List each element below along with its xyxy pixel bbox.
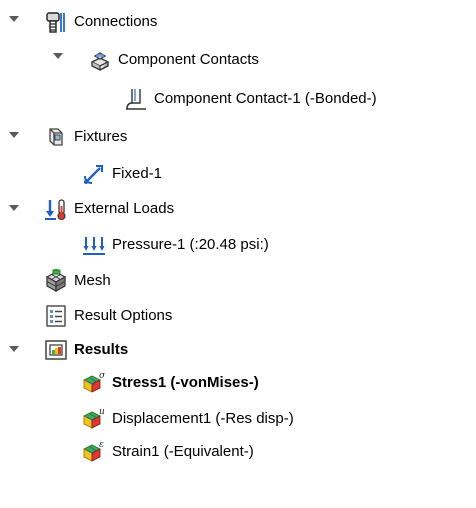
tree-item-pressure-1[interactable]: Pressure-1 (:20.48 psi:) (82, 232, 269, 258)
tree-item-component-contact-1[interactable]: Component Contact-1 (-Bonded-) (124, 86, 377, 112)
tree-item-label: Connections (74, 13, 158, 30)
tree-item-result-options[interactable]: Result Options (44, 303, 172, 329)
tree-item-connections[interactable]: Connections (44, 9, 157, 35)
expand-component-contacts-toggle[interactable] (52, 50, 64, 62)
tree-item-label: Mesh (74, 272, 111, 289)
tree-item-displacement1[interactable]: u Displacement1 (-Res disp-) (82, 406, 294, 432)
tree-item-strain1[interactable]: ε Strain1 (-Equivalent-) (82, 439, 254, 465)
stress-plot-icon: σ (82, 371, 106, 395)
fixed-geometry-icon (82, 162, 106, 186)
svg-text:σ: σ (99, 371, 106, 381)
tree-item-label: Strain1 (-Equivalent-) (112, 443, 254, 460)
tree-item-label: Fixed-1 (112, 165, 163, 182)
tree-item-stress1[interactable]: σ Stress1 (-vonMises-) (82, 370, 259, 396)
results-folder-icon (44, 338, 68, 362)
tree-item-label: Fixtures (74, 128, 128, 145)
expand-external-loads-toggle[interactable] (8, 202, 20, 214)
svg-text:ε: ε (99, 440, 104, 450)
tree-item-results[interactable]: Results (44, 337, 128, 363)
tree-item-label: External Loads (74, 200, 175, 217)
mesh-icon (44, 269, 68, 293)
result-options-icon (44, 304, 68, 328)
expand-connections-toggle[interactable] (8, 13, 20, 25)
tree-item-label: Stress1 (-vonMises-) (112, 374, 259, 391)
tree-item-mesh[interactable]: Mesh (44, 268, 111, 294)
svg-text:u: u (99, 407, 105, 417)
expand-results-toggle[interactable] (8, 343, 20, 355)
displacement-plot-icon: u (82, 407, 106, 431)
tree-item-label: Displacement1 (-Res disp-) (112, 410, 294, 427)
tree-item-label: Component Contacts (118, 51, 259, 68)
connections-icon (44, 10, 68, 34)
tree-item-label: Result Options (74, 307, 173, 324)
tree-item-label: Component Contact-1 (-Bonded-) (154, 90, 377, 107)
external-loads-icon (44, 197, 68, 221)
expand-fixtures-toggle[interactable] (8, 129, 20, 141)
tree-item-label: Results (74, 341, 129, 358)
tree-item-fixtures[interactable]: Fixtures (44, 124, 127, 150)
fixtures-icon (44, 125, 68, 149)
tree-item-label: Pressure-1 (:20.48 psi:) (112, 236, 269, 253)
component-contact-icon (124, 87, 148, 111)
simulation-study-tree: Connections Component Contacts Component… (0, 0, 476, 508)
tree-item-component-contacts[interactable]: Component Contacts (88, 47, 259, 73)
tree-item-external-loads[interactable]: External Loads (44, 196, 174, 222)
strain-plot-icon: ε (82, 440, 106, 464)
pressure-icon (82, 233, 106, 257)
component-contacts-icon (88, 48, 112, 72)
tree-item-fixed-1[interactable]: Fixed-1 (82, 161, 162, 187)
